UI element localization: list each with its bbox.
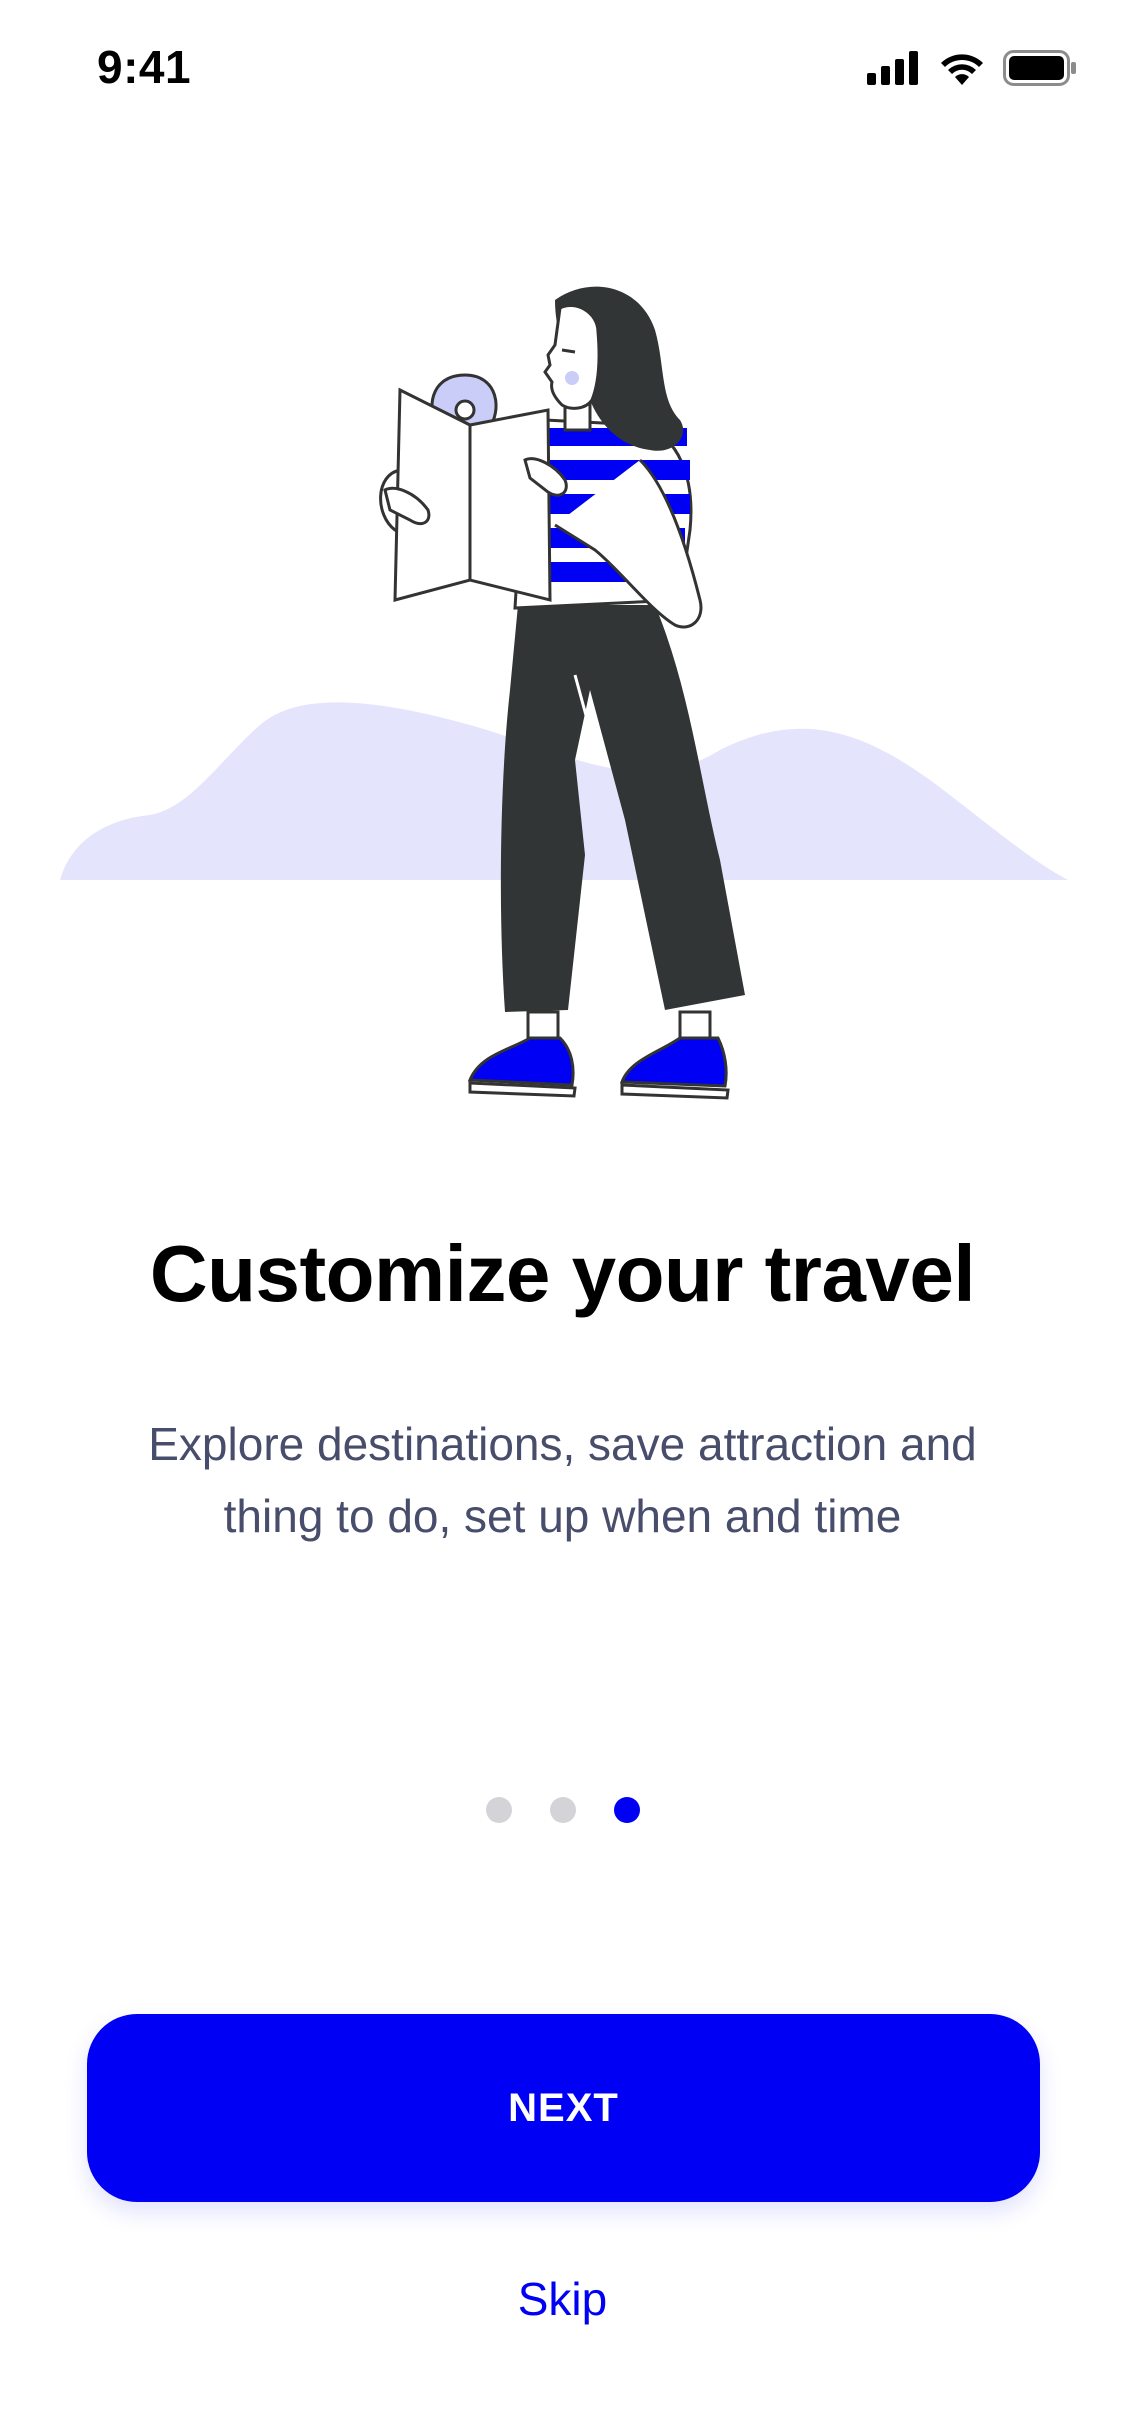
right-shoe [619,1036,728,1088]
status-bar: 9:41 [0,0,1125,140]
battery-icon [1003,50,1076,86]
face [543,304,601,410]
onboarding-title: Customize your travel [149,1229,976,1318]
page-dot-1[interactable] [485,1797,512,1823]
cellular-signal-icon [867,51,918,85]
wifi-icon [941,54,983,85]
woman-reading-map-illustration [60,286,1068,1100]
status-time: 9:41 [97,41,192,93]
next-button[interactable]: NEXT [87,2014,1040,2202]
onboarding-subtitle: Explore destinations, save attraction an… [148,1418,977,1542]
status-icons [867,48,1077,88]
skip-link[interactable]: Skip [0,2272,1125,2326]
page-dot-3-active[interactable] [613,1797,640,1823]
page-indicator [0,1797,1125,1823]
left-shoe [467,1036,575,1087]
pants [500,605,745,1012]
page-dot-2[interactable] [549,1797,576,1823]
